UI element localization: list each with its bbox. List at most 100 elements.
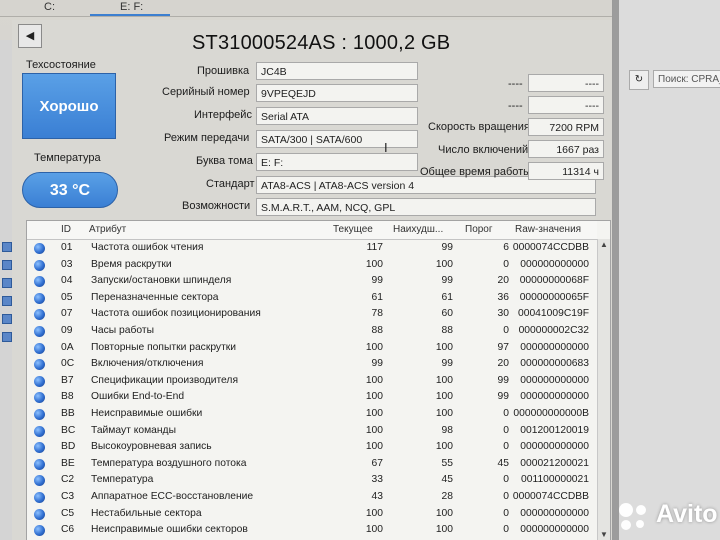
attr-worst: 99 bbox=[441, 358, 453, 370]
status-dot-icon bbox=[34, 525, 45, 537]
firmware-label: Прошивка bbox=[197, 65, 250, 77]
attr-id: 04 bbox=[61, 275, 73, 287]
features-value: S.M.A.R.T., AAM, NCQ, GPL bbox=[256, 198, 596, 216]
scroll-up-icon[interactable]: ▲ bbox=[598, 239, 610, 251]
col-current-header[interactable]: Текущее bbox=[333, 224, 373, 235]
attr-current: 33 bbox=[371, 474, 383, 486]
table-row[interactable]: BD Высокоуровневая запись 100 100 0 000000000… bbox=[27, 439, 597, 456]
attr-current: 43 bbox=[371, 491, 383, 502]
table-row[interactable]: C5 Нестабильные сектора 100 100 0 00000000000… bbox=[27, 506, 597, 523]
status-dot-icon bbox=[34, 259, 45, 271]
smart-attributes-table[interactable]: ID Атрибут Текущее Наихудш... Порог Raw-… bbox=[26, 220, 611, 540]
col-worst-header[interactable]: Наихудш... bbox=[393, 224, 443, 235]
table-row[interactable]: B7 Спецификации производителя 100 100 99 0000… bbox=[27, 373, 597, 390]
power-hours-label: Общее время работы bbox=[420, 166, 532, 178]
drive-tab-ef[interactable]: E: F: bbox=[90, 0, 170, 16]
table-row[interactable]: 01 Частота ошибок чтения 117 99 6 0000074CCDB… bbox=[27, 240, 597, 257]
attr-current: 78 bbox=[371, 308, 383, 320]
status-dot-icon bbox=[34, 276, 45, 288]
attr-raw: 000000000000 bbox=[520, 391, 589, 403]
table-row[interactable]: 0A Повторные попытки раскрутки 100 100 97 000… bbox=[27, 340, 597, 357]
attr-id: B7 bbox=[61, 374, 74, 386]
table-row[interactable]: BE Температура воздушного потока 67 55 45 000… bbox=[27, 456, 597, 473]
attr-worst: 100 bbox=[435, 507, 453, 519]
table-row[interactable]: 05 Переназначенные сектора 61 61 36 000000000… bbox=[27, 290, 597, 307]
attr-name: Таймаут команды bbox=[91, 424, 176, 436]
attr-worst: 100 bbox=[435, 408, 453, 419]
attr-id: 07 bbox=[61, 308, 73, 320]
table-row[interactable]: B8 Ошибки End-to-End 100 100 99 000000000000 bbox=[27, 389, 597, 406]
attr-raw: 000000000000 bbox=[520, 341, 589, 353]
attr-raw: 00000000065F bbox=[519, 291, 589, 303]
disk-info-panel: ◀ ST31000524AS : 1000,2 GB Техсостояние … bbox=[12, 20, 612, 540]
back-button[interactable]: ◀ bbox=[18, 24, 42, 48]
attr-name: Переназначенные сектора bbox=[91, 291, 219, 303]
attr-id: BD bbox=[61, 441, 76, 453]
attr-worst: 100 bbox=[435, 441, 453, 453]
attr-current: 100 bbox=[365, 374, 383, 386]
attr-worst: 100 bbox=[435, 524, 453, 536]
attr-id: BC bbox=[61, 424, 76, 436]
table-row[interactable]: C2 Температура 33 45 0 001100000021 bbox=[27, 472, 597, 489]
col-attribute-header[interactable]: Атрибут bbox=[89, 224, 126, 235]
attr-name: Частота ошибок чтения bbox=[91, 242, 204, 253]
status-dot-icon bbox=[34, 342, 45, 354]
search-box[interactable]: Поиск: CPRA_Y bbox=[653, 70, 720, 88]
drive-tab-c[interactable]: C: bbox=[44, 0, 55, 14]
table-row[interactable]: C6 Неисправимые ошибки секторов 100 100 0 000… bbox=[27, 522, 597, 539]
left-background-strip bbox=[0, 40, 12, 540]
table-row[interactable]: 07 Частота ошибок позиционирования 78 60 30 0… bbox=[27, 306, 597, 323]
attr-current: 100 bbox=[365, 441, 383, 453]
file-icon bbox=[2, 296, 12, 306]
table-scrollbar[interactable]: ▲ ▼ bbox=[597, 239, 610, 540]
table-row[interactable]: BC Таймаут команды 100 98 0 001200120019 bbox=[27, 423, 597, 440]
status-dot-icon bbox=[34, 508, 45, 520]
attr-raw: 000000000000B bbox=[513, 408, 589, 419]
status-dot-icon bbox=[34, 359, 45, 371]
attr-worst: 100 bbox=[435, 258, 453, 270]
attr-name: Спецификации производителя bbox=[91, 374, 239, 386]
attr-raw: 000000000683 bbox=[520, 358, 589, 370]
drive-title: ST31000524AS : 1000,2 GB bbox=[192, 32, 451, 54]
attr-worst: 61 bbox=[441, 291, 453, 303]
power-count-value: 1667 раз bbox=[528, 140, 604, 158]
health-status-badge: Хорошо bbox=[22, 73, 116, 139]
attr-name: Высокоуровневая запись bbox=[91, 441, 212, 453]
window-edge bbox=[613, 0, 619, 540]
drive-letter-label: Буква тома bbox=[196, 155, 253, 167]
table-row[interactable]: BB Неисправимые ошибки 100 100 0 000000000000… bbox=[27, 406, 597, 423]
col-threshold-header[interactable]: Порог bbox=[465, 224, 493, 235]
attr-name: Время раскрутки bbox=[91, 258, 172, 270]
background-explorer-window: ↻ Поиск: CPRA_Y bbox=[612, 0, 720, 540]
table-row[interactable]: 09 Часы работы 88 88 0 000000002C32 bbox=[27, 323, 597, 340]
table-row[interactable]: 03 Время раскрутки 100 100 0 000000000000 bbox=[27, 257, 597, 274]
status-dot-icon bbox=[34, 392, 45, 404]
transfer-mode-label: Режим передачи bbox=[164, 132, 250, 144]
attr-worst: 55 bbox=[441, 457, 453, 469]
attr-name: Частота ошибок позиционирования bbox=[91, 308, 261, 320]
attr-raw: 00000000068F bbox=[519, 275, 589, 287]
table-row[interactable]: 04 Запуски/остановки шпинделя 99 99 20 000000… bbox=[27, 273, 597, 290]
attr-current: 100 bbox=[365, 408, 383, 419]
text-cursor-icon: I bbox=[384, 140, 388, 155]
attr-id: C6 bbox=[61, 524, 75, 536]
drive-letter-value: E: F: bbox=[256, 153, 418, 171]
table-header: ID Атрибут Текущее Наихудш... Порог Raw-… bbox=[27, 221, 597, 240]
attr-id: C2 bbox=[61, 474, 75, 486]
attr-worst: 100 bbox=[435, 374, 453, 386]
refresh-icon[interactable]: ↻ bbox=[629, 70, 649, 90]
status-dot-icon bbox=[34, 243, 45, 254]
attr-current: 100 bbox=[365, 424, 383, 436]
attr-worst: 88 bbox=[441, 325, 453, 336]
col-id-header[interactable]: ID bbox=[61, 224, 71, 235]
attr-id: C3 bbox=[61, 491, 75, 502]
attr-current: 100 bbox=[365, 341, 383, 353]
scroll-down-icon[interactable]: ▼ bbox=[598, 529, 610, 540]
attr-name: Ошибки End-to-End bbox=[91, 391, 185, 403]
watermark-text: Avito bbox=[656, 500, 718, 528]
table-row[interactable]: C3 Аппаратное ECC-восстановление 43 28 0 0000… bbox=[27, 489, 597, 506]
attr-id: 01 bbox=[61, 242, 73, 253]
col-raw-header[interactable]: Raw-значения bbox=[515, 224, 581, 235]
table-row[interactable]: 0C Включения/отключения 99 99 20 000000000683 bbox=[27, 356, 597, 373]
status-dot-icon bbox=[34, 458, 45, 470]
